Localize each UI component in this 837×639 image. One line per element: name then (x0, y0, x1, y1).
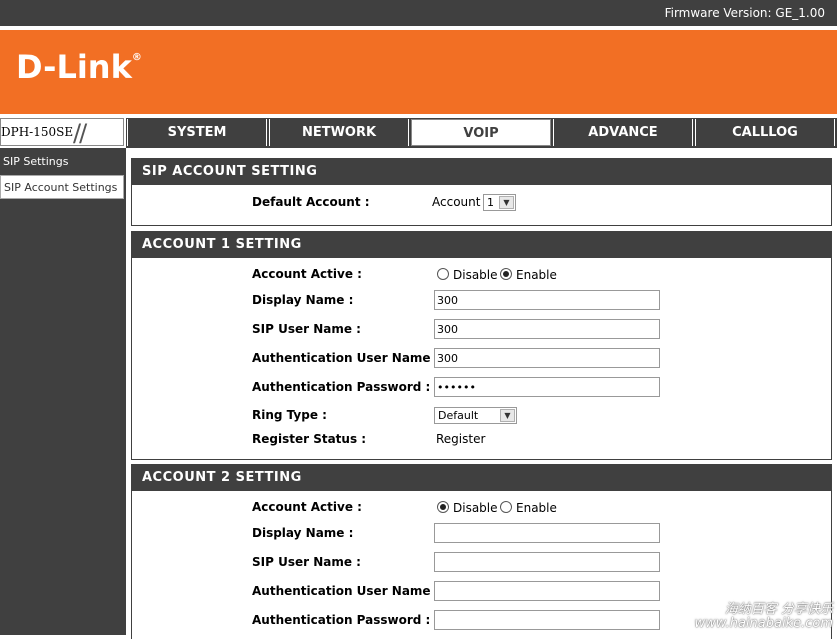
navigation-row: DPH-150SE // SYSTEM NETWORK VOIP ADVANCE… (0, 114, 837, 148)
display-name-label: Display Name : (252, 526, 354, 540)
default-account-select[interactable]: 1 ▼ (483, 194, 516, 211)
account-active-label: Account Active : (252, 267, 362, 281)
account-active-label: Account Active : (252, 500, 362, 514)
sip-account-section: SIP ACCOUNT SETTING Default Account : Ac… (131, 158, 832, 226)
brand-header: D-Link® (0, 30, 837, 114)
section-title: SIP ACCOUNT SETTING (132, 159, 831, 185)
auth-password-input[interactable] (434, 610, 660, 630)
disable-radio[interactable] (437, 501, 449, 513)
register-status-row: Register Status : Register (132, 429, 831, 453)
enable-radio[interactable] (500, 501, 512, 513)
disable-label: Disable (453, 501, 498, 515)
sip-user-row: SIP User Name : (132, 552, 831, 576)
dlink-logo: D-Link® (16, 48, 142, 86)
auth-password-input[interactable] (434, 377, 660, 397)
auth-user-row: Authentication User Name : (132, 348, 831, 372)
top-bar: Firmware Version: GE_1.00 (0, 0, 837, 26)
account-active-row: Account Active : Disable Enable (132, 266, 831, 290)
ring-type-label: Ring Type : (252, 408, 327, 422)
sip-user-label: SIP User Name : (252, 555, 361, 569)
sip-user-input[interactable] (434, 319, 660, 339)
ring-type-select[interactable]: Default ▼ (434, 407, 517, 424)
chevron-down-icon: ▼ (499, 196, 514, 209)
auth-user-input[interactable] (434, 581, 660, 601)
enable-radio[interactable] (500, 268, 512, 280)
section-title: ACCOUNT 2 SETTING (132, 465, 831, 491)
watermark: 海纳百客 分享快乐 www.hainabaike.com (694, 602, 833, 631)
account-word: Account (432, 195, 481, 209)
tab-calllog[interactable]: CALLLOG (695, 119, 835, 146)
tab-system[interactable]: SYSTEM (127, 119, 267, 146)
auth-user-input[interactable] (434, 348, 660, 368)
sip-user-label: SIP User Name : (252, 322, 361, 336)
tab-voip[interactable]: VOIP (411, 119, 551, 146)
default-account-label: Default Account : (252, 195, 370, 209)
model-name: DPH-150SE (1, 125, 76, 139)
default-account-row: Default Account : Account 1 ▼ (132, 193, 831, 217)
section-title: ACCOUNT 1 SETTING (132, 232, 831, 258)
sidebar-item-sip-account-settings[interactable]: SIP Account Settings (0, 175, 124, 199)
display-name-row: Display Name : (132, 290, 831, 314)
account-active-row: Account Active : Disable Enable (132, 499, 831, 523)
disable-label: Disable (453, 268, 498, 282)
display-name-input[interactable] (434, 290, 660, 310)
sidebar: SIP Settings SIP Account Settings (0, 148, 126, 635)
display-name-label: Display Name : (252, 293, 354, 307)
sidebar-item-sip-settings[interactable]: SIP Settings (0, 150, 124, 174)
auth-user-label: Authentication User Name : (252, 584, 440, 598)
firmware-version: Firmware Version: GE_1.00 (664, 6, 825, 20)
tab-network[interactable]: NETWORK (269, 119, 409, 146)
auth-user-label: Authentication User Name : (252, 351, 440, 365)
sip-user-input[interactable] (434, 552, 660, 572)
slash-decoration: // (73, 119, 87, 147)
account-1-section: ACCOUNT 1 SETTING Account Active : Disab… (131, 231, 832, 460)
ring-type-row: Ring Type : Default ▼ (132, 405, 831, 429)
sip-user-row: SIP User Name : (132, 319, 831, 343)
disable-radio[interactable] (437, 268, 449, 280)
auth-password-label: Authentication Password : (252, 380, 431, 394)
tab-advance[interactable]: ADVANCE (553, 119, 693, 146)
chevron-down-icon: ▼ (500, 409, 515, 422)
model-label: DPH-150SE // (0, 118, 124, 147)
auth-password-label: Authentication Password : (252, 613, 431, 627)
enable-label: Enable (516, 268, 557, 282)
enable-label: Enable (516, 501, 557, 515)
main-content: SIP ACCOUNT SETTING Default Account : Ac… (131, 148, 837, 639)
display-name-row: Display Name : (132, 523, 831, 547)
register-status-label: Register Status : (252, 432, 367, 446)
display-name-input[interactable] (434, 523, 660, 543)
register-status-value: Register (436, 432, 486, 446)
auth-password-row: Authentication Password : (132, 377, 831, 401)
main-tabs: SYSTEM NETWORK VOIP ADVANCE CALLLOG (126, 118, 837, 148)
